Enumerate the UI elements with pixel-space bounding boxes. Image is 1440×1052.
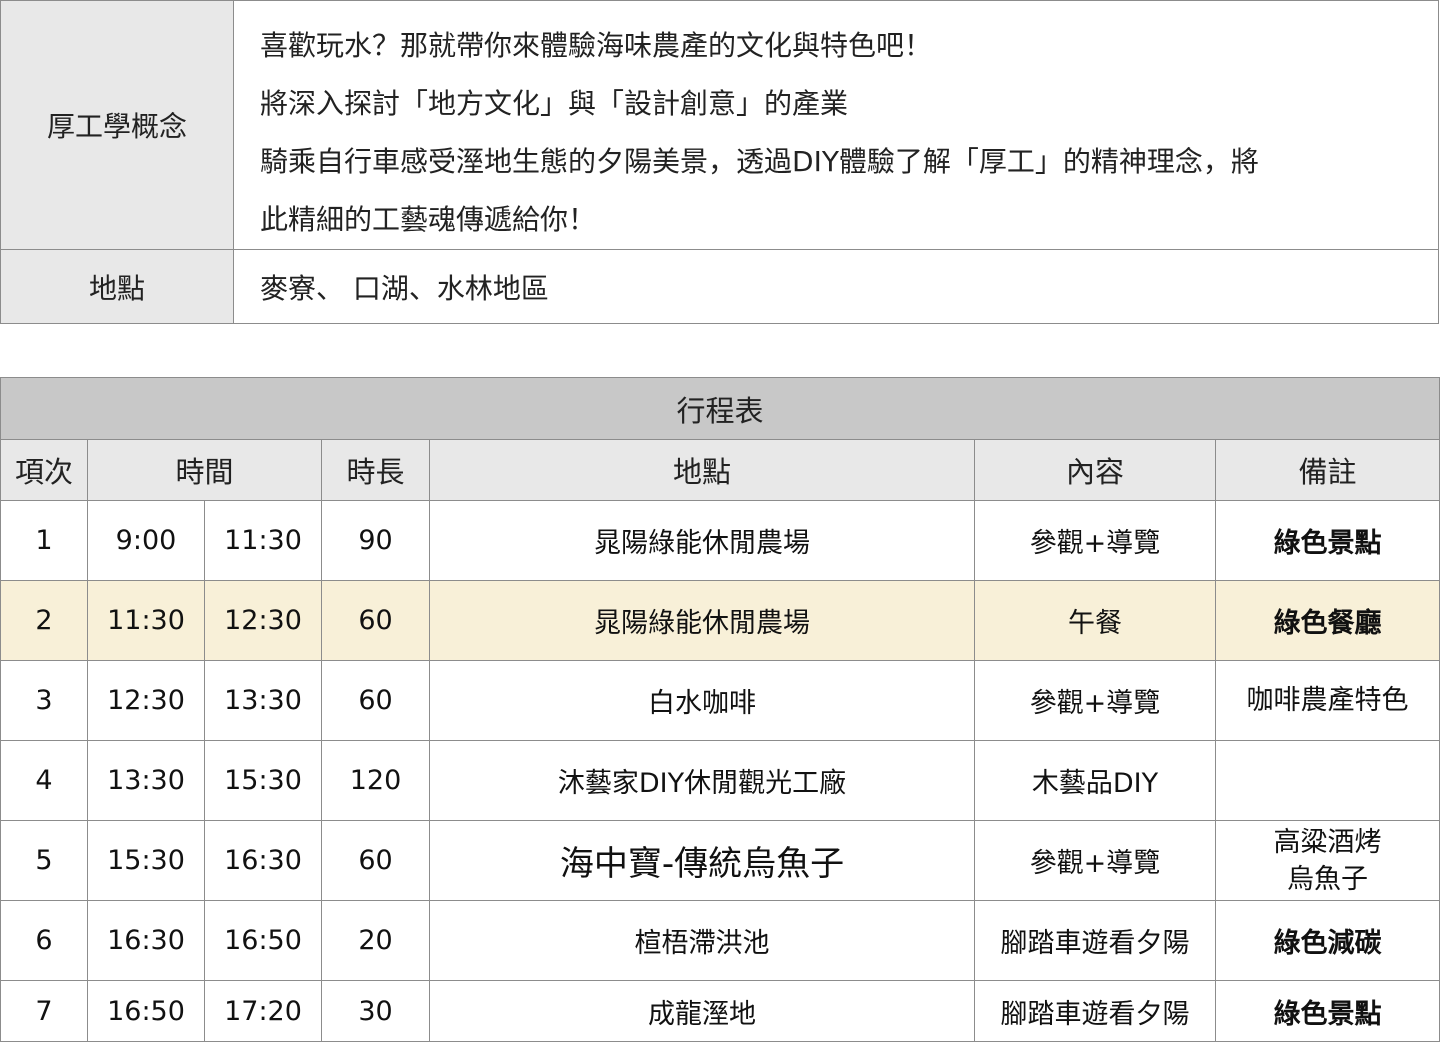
schedule-title: 行程表 (0, 377, 1440, 440)
row-end-time: 12:30 (204, 580, 322, 661)
location-value: 麥寮、 口湖、水林地區 (233, 249, 1439, 324)
row-note: 咖啡農產特色 (1214, 660, 1440, 741)
row-start-time: 11:30 (87, 580, 205, 661)
row-duration: 60 (321, 660, 430, 741)
header-duration: 時長 (321, 439, 430, 501)
row-start-time: 13:30 (87, 740, 205, 821)
row-index: 5 (0, 820, 88, 901)
row-note: 高粱酒烤 烏魚子 (1214, 820, 1440, 901)
row-start-time: 12:30 (87, 660, 205, 741)
row-content: 木藝品DIY (974, 740, 1216, 821)
row-index: 4 (0, 740, 88, 821)
row-place: 楦梧滯洪池 (429, 900, 975, 981)
header-place: 地點 (429, 439, 975, 501)
header-note: 備註 (1214, 439, 1440, 501)
table-row: 7 16:50 17:20 30 成龍溼地 腳踏車遊看夕陽 綠色景點 (0, 980, 1440, 1042)
table-row: 4 13:30 15:30 120 沐藝家DIY休閒觀光工廠 木藝品DIY (0, 740, 1440, 821)
row-note-line-1: 高粱酒烤 (1273, 826, 1382, 858)
row-start-time: 16:30 (87, 900, 205, 981)
row-duration: 20 (321, 900, 430, 981)
concept-line-4: 此精細的工藝魂傳遞給你！ (260, 203, 597, 236)
row-note (1214, 740, 1440, 821)
row-end-time: 16:30 (204, 820, 322, 901)
row-place: 成龍溼地 (429, 980, 975, 1042)
row-place: 晁陽綠能休閒農場 (429, 500, 975, 581)
row-duration: 60 (321, 820, 430, 901)
row-note: 綠色景點 (1214, 980, 1440, 1042)
row-index: 2 (0, 580, 88, 661)
row-note-line-2: 烏魚子 (1287, 863, 1369, 895)
table-row: 3 12:30 13:30 60 白水咖啡 參觀+導覽 咖啡農產特色 (0, 660, 1440, 741)
header-content: 內容 (974, 439, 1216, 501)
concept-line-3: 騎乘自行車感受溼地生態的夕陽美景，透過DIY體驗了解「厚工」的精神理念，將 (260, 145, 1259, 178)
row-content: 參觀+導覽 (974, 500, 1216, 581)
location-label: 地點 (0, 249, 234, 324)
row-place: 沐藝家DIY休閒觀光工廠 (429, 740, 975, 821)
row-index: 3 (0, 660, 88, 741)
row-end-time: 13:30 (204, 660, 322, 741)
concept-table: 厚工學概念 喜歡玩水？那就帶你來體驗海味農產的文化與特色吧！ 將深入探討「地方文… (0, 0, 1439, 324)
table-row: 2 11:30 12:30 60 晁陽綠能休閒農場 午餐 綠色餐廳 (0, 580, 1440, 661)
row-end-time: 16:50 (204, 900, 322, 981)
row-place: 白水咖啡 (429, 660, 975, 741)
concept-line-1: 喜歡玩水？那就帶你來體驗海味農產的文化與特色吧！ (260, 29, 933, 62)
row-index: 6 (0, 900, 88, 981)
concept-label: 厚工學概念 (0, 0, 234, 250)
row-start-time: 9:00 (87, 500, 205, 581)
row-index: 1 (0, 500, 88, 581)
header-time: 時間 (87, 439, 322, 501)
concept-text: 喜歡玩水？那就帶你來體驗海味農產的文化與特色吧！ 將深入探討「地方文化」與「設計… (233, 0, 1439, 250)
table-row: 1 9:00 11:30 90 晁陽綠能休閒農場 參觀+導覽 綠色景點 (0, 500, 1440, 581)
table-row: 5 15:30 16:30 60 海中寶-傳統烏魚子 參觀+導覽 高粱酒烤 烏魚… (0, 820, 1440, 901)
header-index: 項次 (0, 439, 88, 501)
row-index: 7 (0, 980, 88, 1042)
row-content: 腳踏車遊看夕陽 (974, 980, 1216, 1042)
table-row: 6 16:30 16:50 20 楦梧滯洪池 腳踏車遊看夕陽 綠色減碳 (0, 900, 1440, 981)
row-note: 綠色景點 (1214, 500, 1440, 581)
schedule-title-row: 行程表 (0, 377, 1440, 440)
row-end-time: 15:30 (204, 740, 322, 821)
row-note: 綠色減碳 (1214, 900, 1440, 981)
schedule-header-row: 項次 時間 時長 地點 內容 備註 (0, 439, 1440, 501)
location-row: 地點 麥寮、 口湖、水林地區 (0, 249, 1439, 324)
row-duration: 90 (321, 500, 430, 581)
concept-line-2: 將深入探討「地方文化」與「設計創意」的產業 (260, 87, 849, 120)
row-place: 晁陽綠能休閒農場 (429, 580, 975, 661)
schedule-table: 行程表 項次 時間 時長 地點 內容 備註 1 9:00 11:30 90 晁陽… (0, 377, 1440, 1042)
row-end-time: 11:30 (204, 500, 322, 581)
row-start-time: 16:50 (87, 980, 205, 1042)
row-content: 腳踏車遊看夕陽 (974, 900, 1216, 981)
row-content: 午餐 (974, 580, 1216, 661)
row-start-time: 15:30 (87, 820, 205, 901)
row-duration: 60 (321, 580, 430, 661)
row-duration: 30 (321, 980, 430, 1042)
concept-row: 厚工學概念 喜歡玩水？那就帶你來體驗海味農產的文化與特色吧！ 將深入探討「地方文… (0, 0, 1439, 250)
row-place: 海中寶-傳統烏魚子 (429, 820, 975, 901)
row-duration: 120 (321, 740, 430, 821)
row-content: 參觀+導覽 (974, 660, 1216, 741)
row-end-time: 17:20 (204, 980, 322, 1042)
row-note: 綠色餐廳 (1214, 580, 1440, 661)
row-content: 參觀+導覽 (974, 820, 1216, 901)
